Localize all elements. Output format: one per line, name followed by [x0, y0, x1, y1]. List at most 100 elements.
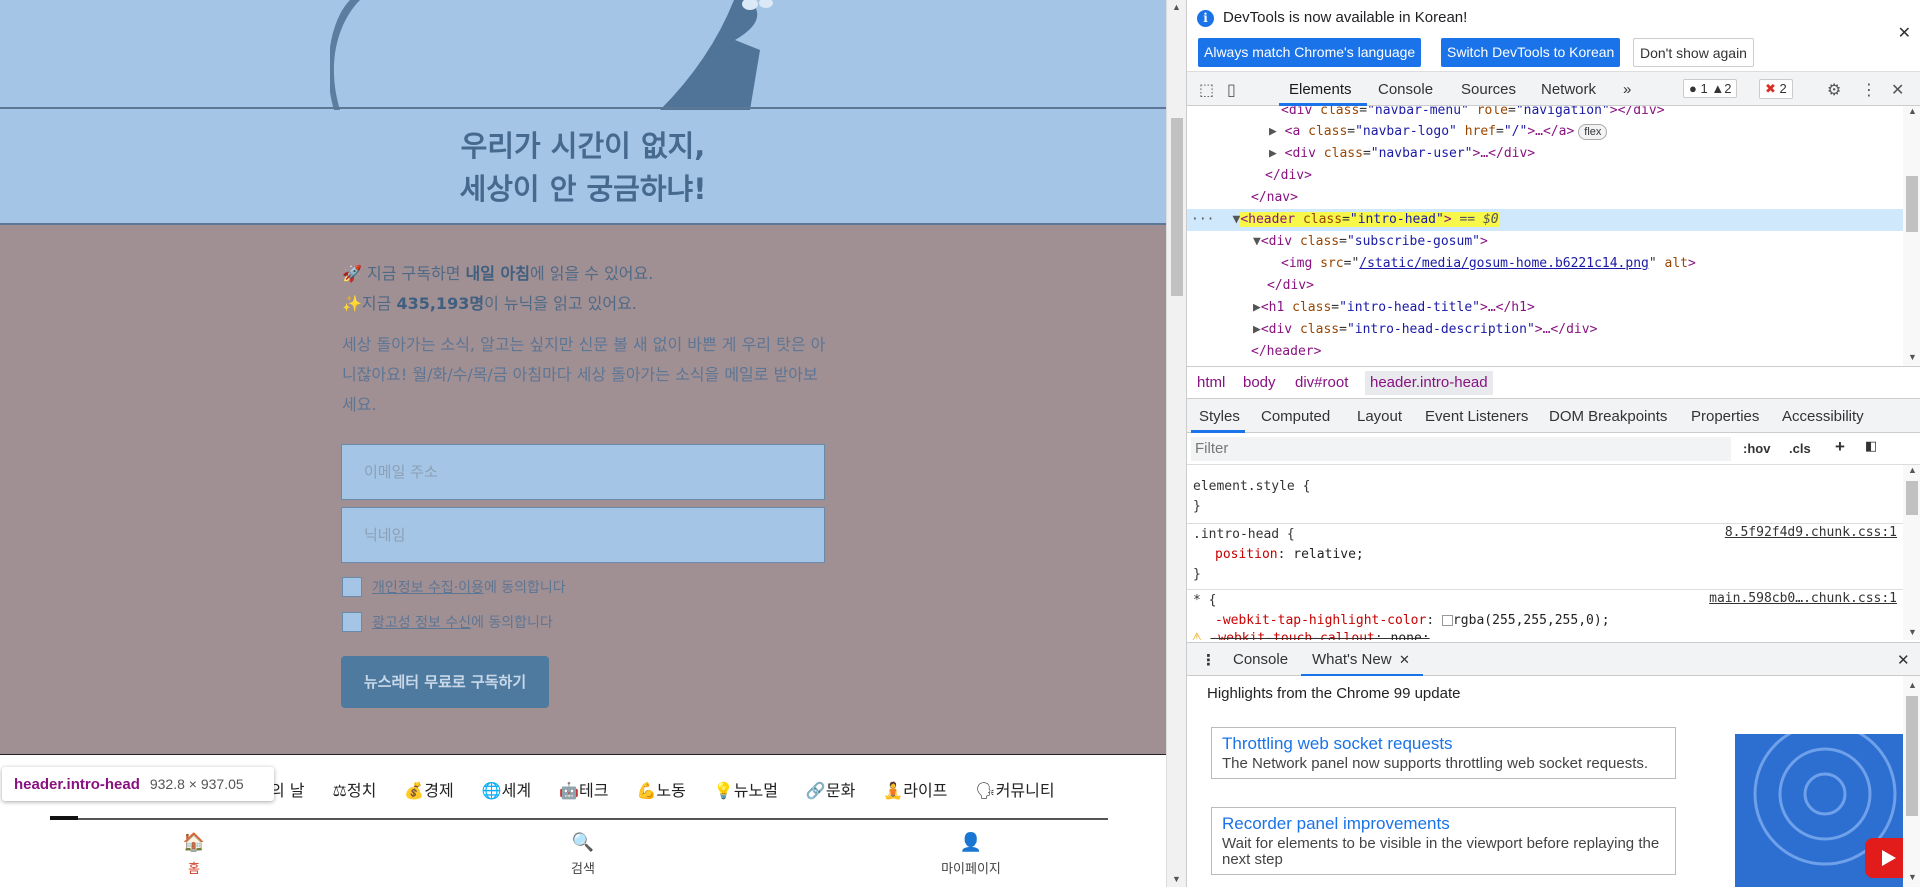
universal-rule-source-link[interactable]: main.598cb0….chunk.css:1 [1709, 591, 1897, 606]
tab-styles[interactable]: Styles [1199, 408, 1240, 425]
styles-scrollbar[interactable]: ▲ ▼ [1903, 465, 1920, 640]
dom-line-header-intro-head[interactable]: ··· ▼<header class="intro-head"> == $0 [1191, 209, 1499, 230]
styles-scrollbar-thumb[interactable] [1906, 481, 1918, 515]
collapse-triangle-icon[interactable]: ▼ [1253, 234, 1261, 249]
inspect-element-icon[interactable]: ⬚ [1199, 80, 1214, 100]
device-toolbar-icon[interactable]: ▯ [1227, 80, 1236, 100]
breadcrumb-div-root[interactable]: div#root [1295, 374, 1348, 391]
whats-new-card-recorder[interactable]: Recorder panel improvements Wait for ele… [1211, 807, 1676, 875]
tab-properties[interactable]: Properties [1691, 408, 1759, 425]
tap-highlight-declaration[interactable]: -webkit-tap-highlight-color: rgba(255,25… [1215, 611, 1610, 631]
category-item[interactable]: 💰경제 [404, 777, 453, 801]
scroll-up-arrow-icon[interactable]: ▲ [1908, 106, 1917, 116]
scroll-up-arrow-icon[interactable]: ▲ [1908, 465, 1917, 475]
styles-filter-input[interactable]: Filter [1191, 437, 1731, 461]
bottom-nav-search[interactable]: 🔍 검색 [523, 832, 643, 877]
category-item[interactable]: 💡뉴노멀 [714, 777, 778, 801]
error-count-badge[interactable]: ✖ 2 [1759, 79, 1793, 99]
close-icon[interactable]: ✕ [1898, 23, 1911, 43]
expand-triangle-icon[interactable]: ▶ [1253, 322, 1261, 337]
tab-dom-breakpoints[interactable]: DOM Breakpoints [1549, 408, 1667, 425]
scroll-down-arrow-icon[interactable]: ▼ [1908, 352, 1917, 362]
tab-console[interactable]: Console [1378, 81, 1433, 98]
category-item[interactable]: 💪노동 [636, 777, 685, 801]
breadcrumb-html[interactable]: html [1197, 374, 1225, 391]
img-src-link[interactable]: /static/media/gosum-home.b6221c14.png [1359, 256, 1649, 271]
nickname-input[interactable]: 닉네임 [341, 507, 825, 563]
dom-line-nav-close[interactable]: </nav> [1251, 187, 1298, 208]
breadcrumb-body[interactable]: body [1243, 374, 1276, 391]
intro-head-rule-selector[interactable]: .intro-head { [1193, 525, 1295, 545]
node-actions-ellipsis-icon[interactable]: ··· [1191, 212, 1214, 227]
bottom-nav-mypage[interactable]: 👤 마이페이지 [911, 832, 1031, 877]
drawer-tab-console[interactable]: Console [1233, 651, 1288, 668]
switch-to-korean-button[interactable]: Switch DevTools to Korean [1441, 38, 1621, 67]
tab-event-listeners[interactable]: Event Listeners [1425, 408, 1528, 425]
cls-toggle[interactable]: .cls [1789, 441, 1811, 456]
category-item[interactable]: ⚖정치 [333, 777, 377, 801]
dom-line-navbar-logo[interactable]: ▶ <a class="navbar-logo" href="/">…</a> f… [1269, 121, 1608, 142]
dom-line-img-gosum[interactable]: <img src="/static/media/gosum-home.b6221… [1281, 253, 1696, 274]
privacy-consent-checkbox[interactable] [342, 577, 362, 597]
position-declaration[interactable]: position: relative; [1215, 545, 1364, 565]
bottom-nav-home[interactable]: 🏠 홈 [134, 832, 254, 877]
new-style-rule-icon[interactable]: + [1835, 437, 1845, 457]
universal-rule-selector[interactable]: * { [1193, 591, 1216, 611]
expand-triangle-icon[interactable]: ▶ [1253, 300, 1261, 315]
dom-line-subscribe-gosum[interactable]: ▼<div class="subscribe-gosum"> [1253, 231, 1488, 252]
drawer-menu-icon[interactable]: ⋮ [1201, 651, 1216, 669]
privacy-policy-link[interactable]: 개인정보 수집·이용 [372, 577, 484, 597]
dom-tree-scrollbar-thumb[interactable] [1906, 176, 1918, 232]
more-tabs-icon[interactable]: » [1623, 81, 1631, 98]
subscribe-button[interactable]: 뉴스레터 무료로 구독하기 [341, 656, 549, 708]
touch-callout-declaration[interactable]: ⚠ -webkit-touch-callout: none; [1191, 629, 1430, 640]
dom-line-intro-head-description[interactable]: ▶<div class="intro-head-description">…</… [1253, 319, 1597, 340]
color-swatch-icon[interactable] [1441, 615, 1453, 626]
dom-line-div-close-2[interactable]: </div> [1267, 275, 1314, 296]
more-options-icon[interactable]: ⋮ [1861, 80, 1877, 100]
hov-toggle[interactable]: :hov [1743, 441, 1770, 456]
settings-gear-icon[interactable]: ⚙ [1827, 80, 1841, 100]
category-item[interactable]: 의 날 [270, 777, 305, 801]
intro-head-rule-source-link[interactable]: 8.5f92f4d9.chunk.css:1 [1725, 525, 1897, 540]
scroll-down-arrow-icon[interactable]: ▼ [1172, 874, 1181, 884]
dom-line-div-close[interactable]: </div> [1265, 165, 1312, 186]
page-scrollbar-thumb[interactable] [1171, 118, 1183, 296]
match-chrome-language-button[interactable]: Always match Chrome's language [1198, 38, 1422, 67]
category-item[interactable]: 🤖테크 [559, 777, 608, 801]
category-item[interactable]: 🧘라이프 [883, 777, 947, 801]
dom-tree-scrollbar[interactable]: ▲ ▼ [1903, 106, 1920, 366]
dont-show-again-button[interactable]: Don't show again [1633, 38, 1754, 67]
scroll-down-arrow-icon[interactable]: ▼ [1908, 872, 1917, 882]
scroll-down-arrow-icon[interactable]: ▼ [1908, 627, 1917, 637]
element-style-rule[interactable]: element.style { [1193, 477, 1310, 497]
tab-computed[interactable]: Computed [1261, 408, 1330, 425]
page-scrollbar[interactable]: ▲ ▼ [1166, 0, 1186, 887]
close-tab-icon[interactable]: ✕ [1399, 652, 1410, 668]
card-title[interactable]: Throttling web socket requests [1222, 734, 1665, 754]
youtube-play-icon[interactable] [1865, 838, 1903, 878]
tab-layout[interactable]: Layout [1357, 408, 1402, 425]
dom-line-intro-head-title[interactable]: ▶<h1 class="intro-head-title">…</h1> [1253, 297, 1535, 318]
drawer-tab-whats-new[interactable]: What's New [1312, 651, 1392, 668]
email-input[interactable]: 이메일 주소 [341, 444, 825, 500]
toggle-sidebar-icon[interactable]: ◧ [1865, 438, 1877, 454]
scroll-up-arrow-icon[interactable]: ▲ [1172, 2, 1181, 12]
breadcrumb-header-intro-head[interactable]: header.intro-head [1365, 371, 1493, 395]
tab-accessibility[interactable]: Accessibility [1782, 408, 1864, 425]
expand-triangle-icon[interactable]: ▶ [1269, 146, 1277, 161]
scroll-up-arrow-icon[interactable]: ▲ [1908, 680, 1917, 690]
ad-info-link[interactable]: 광고성 정보 수신 [372, 612, 471, 632]
expand-triangle-icon[interactable]: ▶ [1269, 124, 1277, 139]
dom-line-navbar-menu[interactable]: <div class="navbar-menu" role="navigatio… [1281, 106, 1665, 121]
drawer-scrollbar[interactable]: ▲ ▼ [1903, 676, 1920, 887]
dom-line-navbar-user[interactable]: ▶ <div class="navbar-user">…</div> [1269, 143, 1535, 164]
ad-consent-checkbox[interactable] [342, 612, 362, 632]
drawer-scrollbar-thumb[interactable] [1906, 696, 1918, 816]
whats-new-card-throttling[interactable]: Throttling web socket requests The Netwo… [1211, 727, 1676, 779]
category-item[interactable]: 🔗문화 [806, 777, 855, 801]
tab-sources[interactable]: Sources [1461, 81, 1516, 98]
close-drawer-icon[interactable]: ✕ [1897, 651, 1910, 669]
tab-network[interactable]: Network [1541, 81, 1596, 98]
close-devtools-icon[interactable]: ✕ [1891, 80, 1904, 100]
